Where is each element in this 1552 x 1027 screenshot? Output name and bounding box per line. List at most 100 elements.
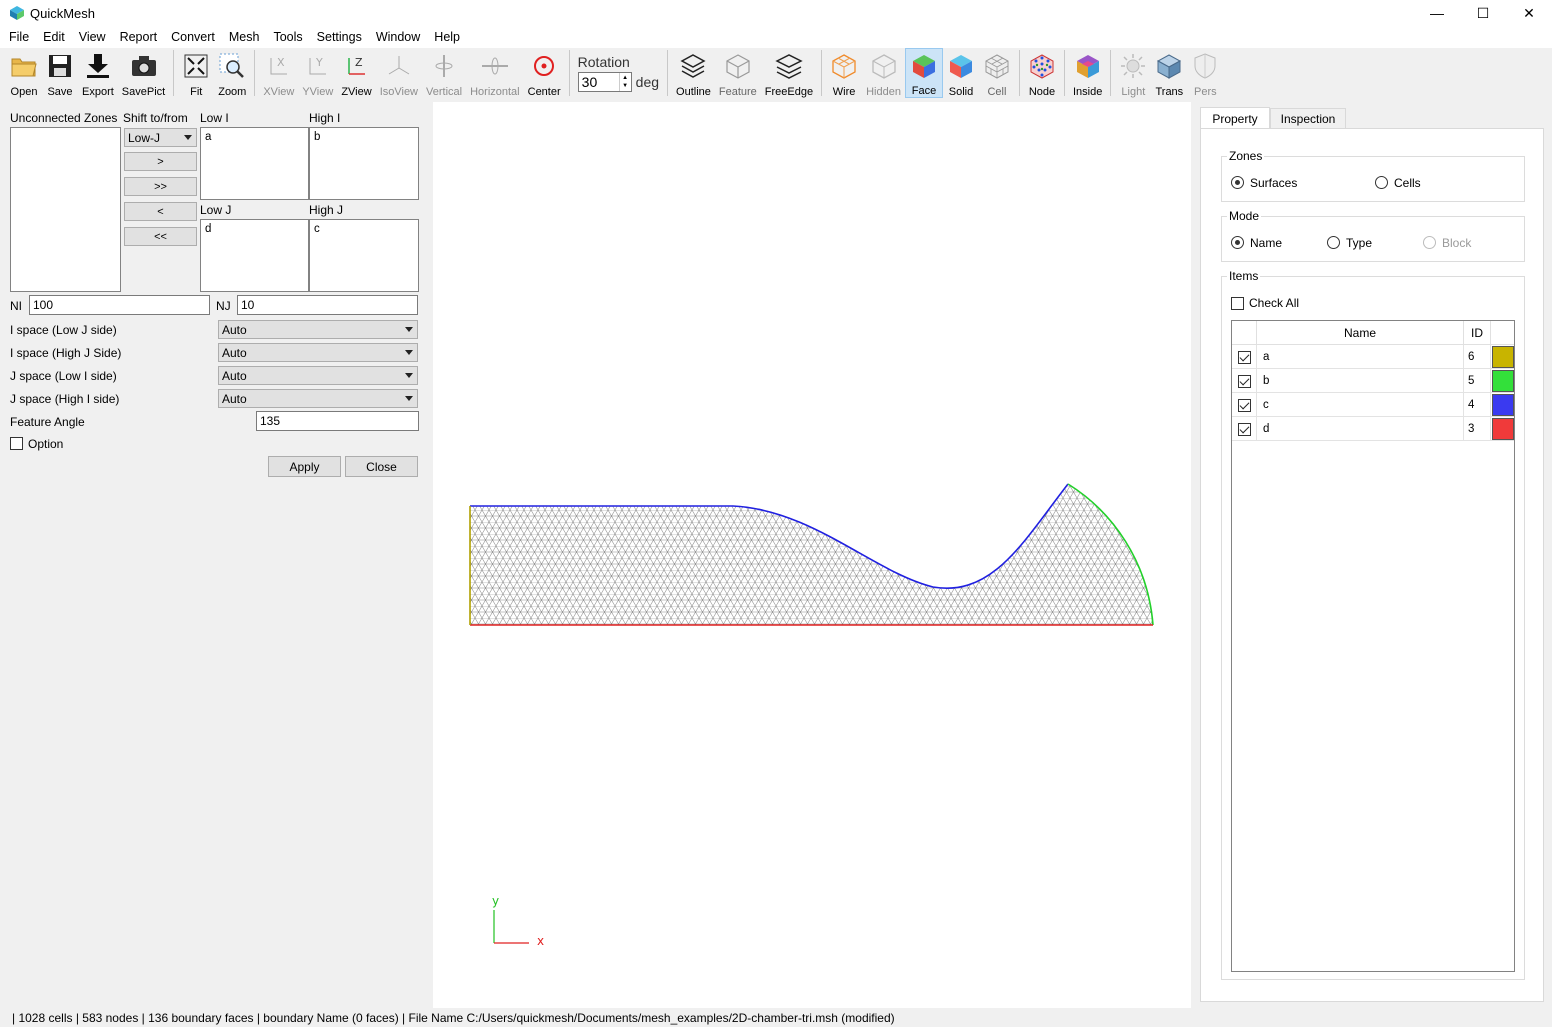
table-row[interactable]: b 5 xyxy=(1232,369,1514,393)
xview-button[interactable]: X XView xyxy=(259,48,298,98)
solid-button[interactable]: Solid xyxy=(943,48,979,98)
inside-button[interactable]: Inside xyxy=(1069,48,1106,98)
move-left-button[interactable]: < xyxy=(124,202,197,221)
ispace-low-label: I space (Low J side) xyxy=(10,323,117,337)
check-all-checkbox[interactable] xyxy=(1231,297,1244,310)
trans-button[interactable]: Trans xyxy=(1151,48,1187,98)
list-item[interactable]: c xyxy=(310,220,418,235)
outline-button[interactable]: Outline xyxy=(672,48,715,98)
open-button[interactable]: Open xyxy=(6,48,42,98)
maximize-button[interactable]: ☐ xyxy=(1460,0,1506,26)
savepict-button[interactable]: SavePict xyxy=(118,48,169,98)
ni-input[interactable]: 100 xyxy=(29,295,210,315)
face-button[interactable]: Face xyxy=(904,48,943,98)
jspace-low-combo[interactable]: Auto xyxy=(218,366,418,385)
row-checkbox[interactable] xyxy=(1237,374,1251,388)
isoview-button[interactable]: IsoView xyxy=(376,48,422,98)
high-i-list[interactable]: b xyxy=(309,127,419,200)
iso-view-icon xyxy=(385,52,413,80)
light-button[interactable]: Light xyxy=(1115,48,1151,98)
freeedge-button[interactable]: FreeEdge xyxy=(761,48,817,98)
jspace-high-combo[interactable]: Auto xyxy=(218,389,418,408)
tab-property[interactable]: Property xyxy=(1200,107,1270,129)
face-cube-icon xyxy=(910,53,938,79)
low-i-list[interactable]: a xyxy=(200,127,309,200)
color-swatch[interactable] xyxy=(1492,418,1514,440)
surfaces-radio[interactable] xyxy=(1231,176,1244,189)
horizontal-button[interactable]: Horizontal xyxy=(466,48,524,98)
rotation-spinbox[interactable]: 30 ▲ ▼ xyxy=(577,72,632,92)
mode-type-radio[interactable] xyxy=(1327,236,1340,249)
option-checkbox[interactable] xyxy=(10,437,23,450)
list-item[interactable]: b xyxy=(310,128,418,143)
table-row[interactable]: c 4 xyxy=(1232,393,1514,417)
face-label: Face xyxy=(911,85,937,97)
spin-arrows-icon[interactable]: ▲ ▼ xyxy=(618,73,631,91)
color-swatch[interactable] xyxy=(1492,394,1514,416)
menu-help[interactable]: Help xyxy=(427,26,467,48)
hidden-label: Hidden xyxy=(866,86,901,98)
items-table[interactable]: Name ID a 6 b 5 c 4 d 3 xyxy=(1231,320,1515,972)
row-checkbox[interactable] xyxy=(1237,422,1251,436)
header-id[interactable]: ID xyxy=(1464,321,1491,345)
move-all-left-button[interactable]: << xyxy=(124,227,197,246)
hidden-button[interactable]: Hidden xyxy=(862,48,905,98)
center-button[interactable]: Center xyxy=(524,48,565,98)
color-swatch[interactable] xyxy=(1492,370,1514,392)
menu-view[interactable]: View xyxy=(72,26,113,48)
vertical-button[interactable]: Vertical xyxy=(422,48,466,98)
menu-window[interactable]: Window xyxy=(369,26,427,48)
menu-settings[interactable]: Settings xyxy=(310,26,369,48)
apply-button[interactable]: Apply xyxy=(268,456,341,477)
save-button[interactable]: Save xyxy=(42,48,78,98)
mesh-canvas[interactable]: y x xyxy=(433,102,1191,1008)
x-axis-view-icon: X xyxy=(265,52,293,80)
mode-block-radio[interactable] xyxy=(1423,236,1436,249)
header-name[interactable]: Name xyxy=(1257,321,1464,345)
high-j-list[interactable]: c xyxy=(309,219,419,292)
low-j-list[interactable]: d xyxy=(200,219,309,292)
feature-button[interactable]: Feature xyxy=(715,48,761,98)
menu-mesh[interactable]: Mesh xyxy=(222,26,267,48)
row-checkbox[interactable] xyxy=(1237,398,1251,412)
shift-direction-combo[interactable]: Low-J xyxy=(124,128,197,147)
table-row[interactable]: d 3 xyxy=(1232,417,1514,441)
move-right-button[interactable]: > xyxy=(124,152,197,171)
nj-input[interactable]: 10 xyxy=(237,295,418,315)
outline-label: Outline xyxy=(676,86,711,98)
svg-text:Y: Y xyxy=(315,56,323,69)
table-row[interactable]: a 6 xyxy=(1232,345,1514,369)
color-swatch[interactable] xyxy=(1492,346,1514,368)
menu-report[interactable]: Report xyxy=(113,26,165,48)
node-button[interactable]: Node xyxy=(1024,48,1060,98)
close-button[interactable]: Close xyxy=(345,456,418,477)
mode-name-radio[interactable] xyxy=(1231,236,1244,249)
pers-button[interactable]: Pers xyxy=(1187,48,1223,98)
close-window-button[interactable]: ✕ xyxy=(1506,0,1552,26)
list-item[interactable]: d xyxy=(201,220,308,235)
wire-button[interactable]: Wire xyxy=(826,48,862,98)
list-item[interactable]: a xyxy=(201,128,308,143)
ni-value: 100 xyxy=(33,298,54,312)
menu-convert[interactable]: Convert xyxy=(164,26,222,48)
row-checkbox[interactable] xyxy=(1237,350,1251,364)
menu-tools[interactable]: Tools xyxy=(266,26,309,48)
move-all-right-button[interactable]: >> xyxy=(124,177,197,196)
cell-button[interactable]: Cell xyxy=(979,48,1015,98)
feature-angle-input[interactable]: 135 xyxy=(256,411,419,431)
minimize-button[interactable]: — xyxy=(1414,0,1460,26)
menu-edit[interactable]: Edit xyxy=(36,26,72,48)
mesh-viewport[interactable]: y x xyxy=(433,102,1191,1008)
unconnected-zones-list[interactable] xyxy=(10,127,121,292)
export-button[interactable]: Export xyxy=(78,48,118,98)
cells-radio[interactable] xyxy=(1375,176,1388,189)
zview-button[interactable]: Z ZView xyxy=(337,48,375,98)
tab-inspection[interactable]: Inspection xyxy=(1270,108,1346,129)
menu-file[interactable]: File xyxy=(2,26,36,48)
ispace-high-combo[interactable]: Auto xyxy=(218,343,418,362)
ispace-low-combo[interactable]: Auto xyxy=(218,320,418,339)
zoom-button[interactable]: Zoom xyxy=(214,48,250,98)
nj-label: NJ xyxy=(216,299,231,313)
fit-button[interactable]: Fit xyxy=(178,48,214,98)
yview-button[interactable]: Y YView xyxy=(298,48,337,98)
